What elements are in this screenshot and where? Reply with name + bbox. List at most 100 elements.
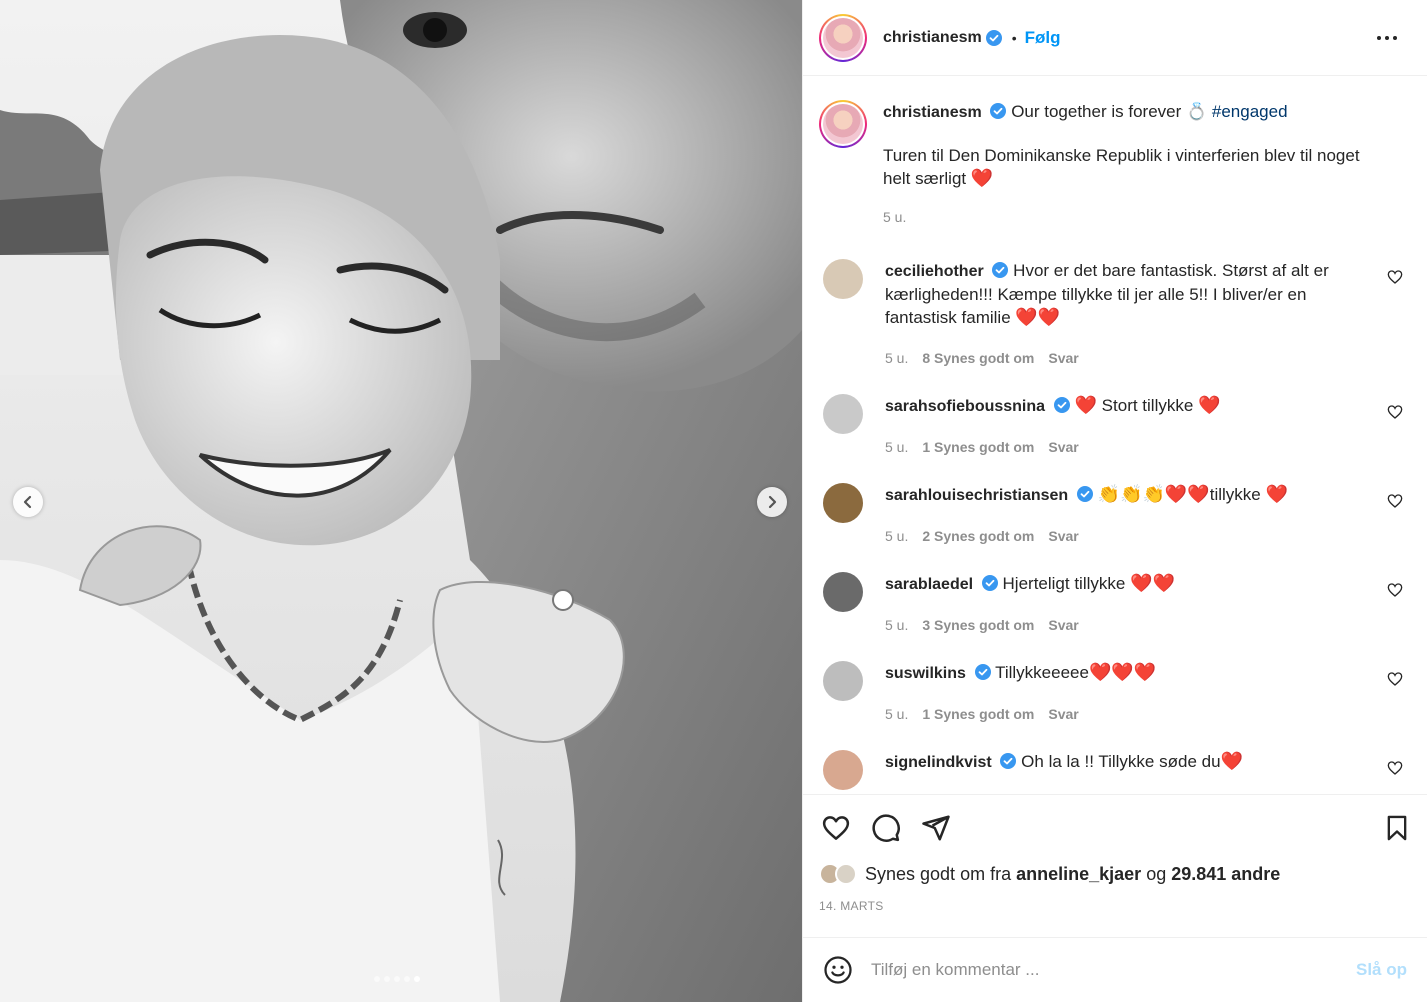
comment-bubble-icon bbox=[872, 814, 900, 842]
reply-button[interactable]: Svar bbox=[1048, 347, 1078, 370]
post-caption: christianesm Our together is forever 💍 #… bbox=[819, 76, 1411, 229]
comment-text: Tillykkeeeee bbox=[995, 663, 1089, 682]
more-dot bbox=[1377, 35, 1381, 40]
carousel-dot bbox=[384, 976, 390, 982]
caption-second-text: Turen til Den Dominikanske Republik i vi… bbox=[883, 146, 1360, 188]
caption-time[interactable]: 5 u. bbox=[883, 206, 1383, 229]
comment-likes-count[interactable]: 8 Synes godt om bbox=[922, 347, 1034, 370]
chevron-left-icon bbox=[23, 495, 32, 509]
likes-conjunction: og bbox=[1146, 863, 1167, 884]
reply-button[interactable]: Svar bbox=[1048, 703, 1078, 726]
commenter-username[interactable]: suswilkins bbox=[885, 665, 966, 682]
comment-likes-count[interactable]: 2 Synes godt om bbox=[922, 525, 1034, 548]
verified-badge-icon bbox=[981, 575, 998, 591]
liker-username[interactable]: anneline_kjaer bbox=[1016, 864, 1141, 884]
smiley-icon bbox=[824, 956, 852, 984]
paper-plane-icon bbox=[922, 815, 950, 841]
comment-item: suswilkins Tillykkeeeee❤️❤️❤️ 5 u. 1 Syn… bbox=[819, 661, 1411, 726]
post-comment-button[interactable]: Slå op bbox=[1356, 960, 1407, 980]
caption-username[interactable]: christianesm bbox=[883, 104, 982, 121]
comment-emoji-prefix: 👏👏👏❤️❤️ bbox=[1097, 484, 1210, 504]
next-photo-button[interactable] bbox=[757, 487, 787, 517]
comment-button[interactable] bbox=[871, 813, 901, 843]
commenter-username[interactable]: sarahlouisechristiansen bbox=[885, 487, 1068, 504]
save-button[interactable] bbox=[1383, 813, 1411, 843]
follow-button[interactable]: Følg bbox=[1025, 28, 1061, 48]
comments-list[interactable]: christianesm Our together is forever 💍 #… bbox=[803, 76, 1427, 794]
likes-prefix: Synes godt om fra bbox=[865, 863, 1012, 884]
carousel-dot bbox=[374, 976, 380, 982]
like-comment-heart-icon[interactable] bbox=[1387, 582, 1403, 598]
header-separator: • bbox=[1011, 29, 1017, 46]
verified-badge-icon bbox=[1076, 486, 1093, 502]
comment-time[interactable]: 5 u. bbox=[885, 436, 908, 459]
likes-summary: Synes godt om fra anneline_kjaer og 29.8… bbox=[819, 861, 1411, 887]
more-options-button[interactable] bbox=[1369, 28, 1405, 48]
comment-text: tillykke bbox=[1209, 485, 1261, 504]
comment-time[interactable]: 5 u. bbox=[885, 703, 908, 726]
comment-item: sarahsofieboussnina ❤️ Stort tillykke ❤️… bbox=[819, 394, 1411, 459]
verified-badge-icon bbox=[992, 262, 1009, 278]
comment-item: sarahlouisechristiansen 👏👏👏❤️❤️tillykke … bbox=[819, 483, 1411, 548]
commenter-username[interactable]: signelindkvist bbox=[885, 754, 992, 771]
comment-time[interactable]: 5 u. bbox=[885, 525, 908, 548]
like-comment-heart-icon[interactable] bbox=[1387, 404, 1403, 420]
author-username[interactable]: christianesm bbox=[883, 29, 982, 47]
more-dot bbox=[1385, 35, 1389, 40]
heart-emoji: ❤️ bbox=[970, 168, 994, 188]
reply-button[interactable]: Svar bbox=[1048, 525, 1078, 548]
comment-hearts: ❤️❤️ bbox=[1015, 307, 1061, 327]
comment-likes-count[interactable]: 1 Synes godt om bbox=[922, 703, 1034, 726]
comment-likes-count[interactable]: 3 Synes godt om bbox=[922, 614, 1034, 637]
post-dialog: christianesm • Følg christianesm Our tog… bbox=[0, 0, 1427, 1002]
carousel-dot-active bbox=[414, 976, 420, 982]
comment-time[interactable]: 5 u. bbox=[885, 347, 908, 370]
comment-time[interactable]: 5 u. bbox=[885, 614, 908, 637]
bookmark-icon bbox=[1387, 815, 1407, 841]
reply-button[interactable]: Svar bbox=[1048, 614, 1078, 637]
chevron-right-icon bbox=[768, 495, 777, 509]
comment-item: sarablaedel Hjerteligt tillykke ❤️❤️ 5 u… bbox=[819, 572, 1411, 637]
previous-photo-button[interactable] bbox=[13, 487, 43, 517]
like-comment-heart-icon[interactable] bbox=[1387, 269, 1403, 285]
comment-item: signelindkvist Oh la la !! Tillykke søde… bbox=[819, 750, 1411, 790]
post-photo bbox=[0, 0, 802, 1002]
caption-text: Our together is forever 💍 bbox=[1011, 102, 1208, 121]
commenter-username[interactable]: ceciliehother bbox=[885, 263, 984, 280]
like-comment-heart-icon[interactable] bbox=[1387, 671, 1403, 687]
commenter-avatar[interactable] bbox=[823, 750, 863, 790]
post-date[interactable]: 14. MARTS bbox=[819, 899, 1411, 913]
author-avatar[interactable] bbox=[819, 13, 867, 62]
comment-text: Hjerteligt tillykke bbox=[1002, 574, 1126, 593]
reply-button[interactable]: Svar bbox=[1048, 436, 1078, 459]
carousel-dots bbox=[374, 976, 420, 982]
caption-avatar[interactable] bbox=[819, 100, 867, 148]
like-comment-heart-icon[interactable] bbox=[1387, 760, 1403, 776]
comment-hearts: ❤️ bbox=[1198, 395, 1221, 415]
caption-second-paragraph: Turen til Den Dominikanske Republik i vi… bbox=[883, 144, 1383, 190]
caption-hashtag[interactable]: #engaged bbox=[1212, 102, 1288, 121]
verified-badge-icon bbox=[1000, 753, 1017, 769]
comment-likes-count[interactable]: 1 Synes godt om bbox=[922, 436, 1034, 459]
post-actions: Synes godt om fra anneline_kjaer og 29.8… bbox=[803, 794, 1427, 937]
comment-input[interactable] bbox=[871, 960, 1356, 980]
share-button[interactable] bbox=[921, 813, 951, 843]
commenter-avatar[interactable] bbox=[823, 394, 863, 434]
post-side-pane: christianesm • Følg christianesm Our tog… bbox=[802, 0, 1427, 1002]
commenter-avatar[interactable] bbox=[823, 483, 863, 523]
commenter-username[interactable]: sarahsofieboussnina bbox=[885, 398, 1045, 415]
comment-text: Stort tillykke bbox=[1101, 396, 1194, 415]
carousel-dot bbox=[394, 976, 400, 982]
likes-count[interactable]: 29.841 andre bbox=[1171, 864, 1280, 884]
like-comment-heart-icon[interactable] bbox=[1387, 493, 1403, 509]
comment-emoji-prefix: ❤️ bbox=[1074, 395, 1097, 415]
commenter-username[interactable]: sarablaedel bbox=[885, 576, 973, 593]
comment-item: ceciliehother Hvor er det bare fantastis… bbox=[819, 259, 1411, 370]
commenter-avatar[interactable] bbox=[823, 572, 863, 612]
commenter-avatar[interactable] bbox=[823, 259, 863, 299]
like-button[interactable] bbox=[821, 813, 851, 843]
commenter-avatar[interactable] bbox=[823, 661, 863, 701]
emoji-picker-button[interactable] bbox=[823, 955, 853, 985]
more-dot bbox=[1393, 35, 1397, 40]
liker-avatar[interactable] bbox=[835, 863, 857, 885]
